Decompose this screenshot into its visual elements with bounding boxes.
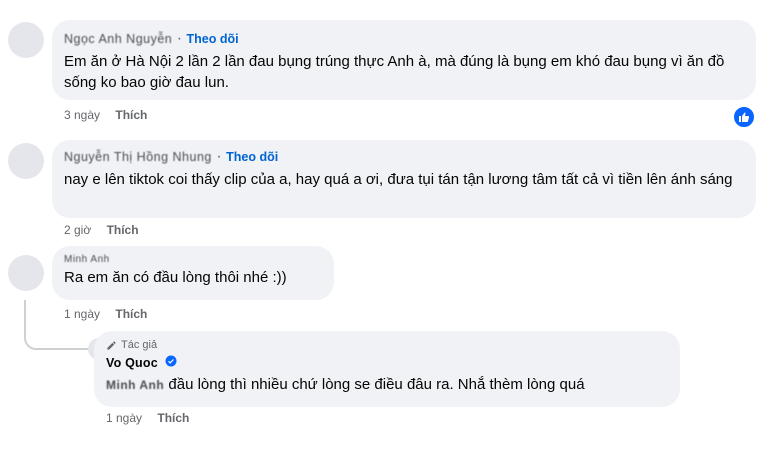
like-button[interactable]: Thích	[157, 411, 189, 425]
author-tag: Tác giả	[106, 339, 668, 351]
comment-text: Em ăn ở Hà Nội 2 lần 2 lần đau bụng trún…	[64, 53, 725, 91]
follow-button[interactable]: Theo dõi	[226, 150, 278, 164]
comment-bubble: Nguyễn Thị Hồng Nhung · Theo dõi nay e l…	[52, 140, 756, 218]
comment-text: Ra em ăn có đầu lòng thôi nhé :))	[64, 269, 287, 286]
like-button[interactable]: Thích	[115, 108, 147, 122]
comment-bubble: Ngọc Anh Nguyễn · Theo dõi Em ăn ở Hà Nộ…	[52, 20, 756, 100]
reply-author-name[interactable]: Vo Quoc	[106, 356, 158, 370]
like-button[interactable]: Thích	[107, 223, 139, 237]
verified-badge-icon	[165, 354, 177, 372]
reply-bubble: Tác giả Vo Quoc Minh Anh đầu lòng thì nh…	[94, 331, 680, 407]
thread-line	[24, 300, 90, 350]
comment-time[interactable]: 3 ngày	[64, 108, 100, 122]
comment-meta: 2 giờ Thích	[64, 223, 139, 237]
pen-icon	[107, 340, 116, 350]
avatar[interactable]	[8, 143, 44, 179]
comment-text: nay e lên tiktok coi thấy clip của a, ha…	[64, 171, 733, 188]
comment-time[interactable]: 2 giờ	[64, 223, 91, 237]
reply-text: Minh Anh đầu lòng thì nhiều chứ lòng se …	[106, 374, 668, 396]
like-button[interactable]: Thích	[115, 307, 147, 321]
author-tag-label: Tác giả	[121, 339, 158, 351]
separator-dot: ·	[176, 30, 183, 47]
follow-button[interactable]: Theo dõi	[187, 32, 239, 46]
comment-bubble: Minh Anh Ra em ăn có đầu lòng thôi nhé :…	[52, 246, 334, 300]
reply-mention[interactable]: Minh Anh	[106, 378, 164, 392]
commenter-name[interactable]: Minh Anh	[64, 254, 322, 265]
comment-meta: 3 ngày Thích	[64, 108, 147, 122]
reply-meta: 1 ngày Thích	[106, 411, 189, 425]
commenter-name[interactable]: Nguyễn Thị Hồng Nhung	[64, 150, 212, 164]
reply-body: đầu lòng thì nhiều chứ lòng se điều đâu …	[168, 376, 585, 394]
reply-time[interactable]: 1 ngày	[106, 411, 142, 425]
thumbs-up-icon[interactable]	[732, 105, 756, 129]
commenter-name[interactable]: Ngọc Anh Nguyễn	[64, 32, 172, 46]
avatar[interactable]	[8, 255, 44, 291]
separator-dot: ·	[216, 148, 222, 165]
avatar[interactable]	[8, 22, 44, 58]
